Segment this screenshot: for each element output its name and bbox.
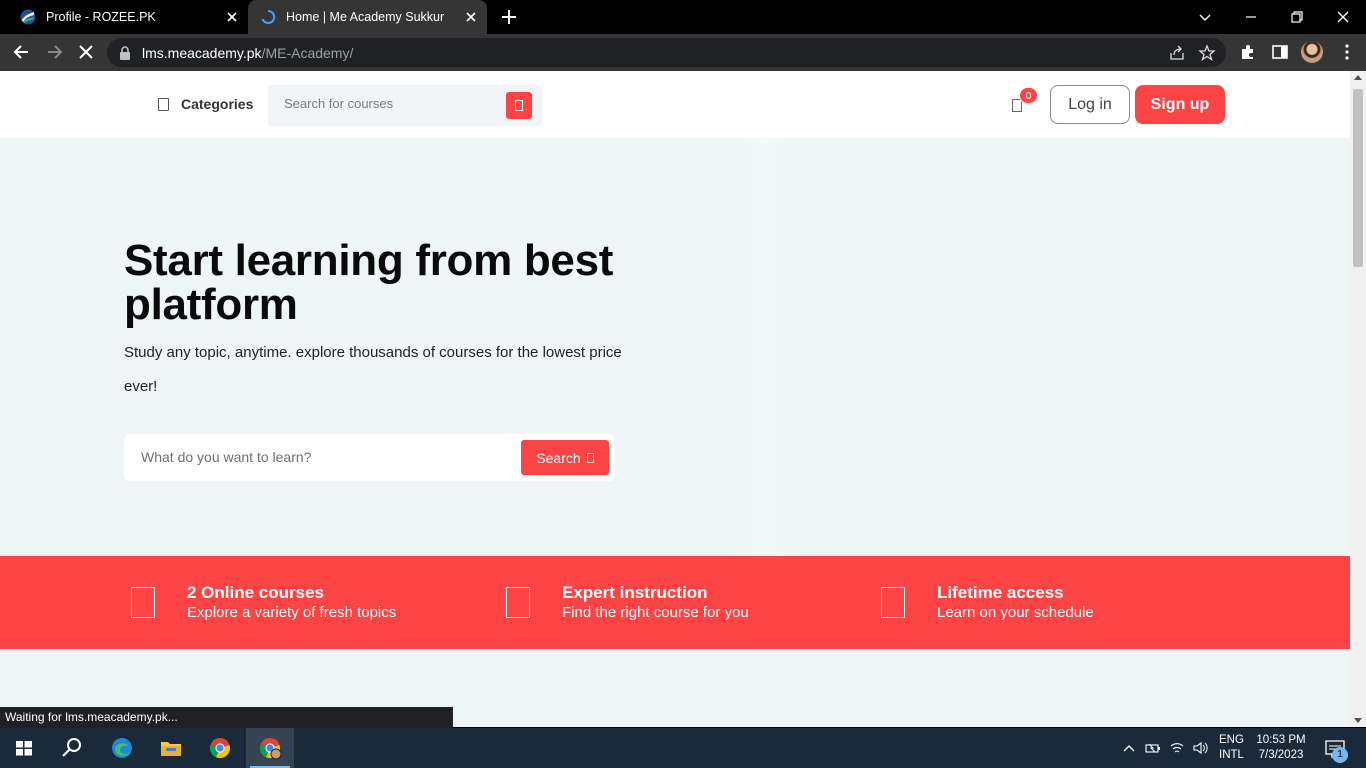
browser-status-bubble: Waiting for lms.meacademy.pk... bbox=[0, 707, 453, 728]
scroll-down-arrow-icon[interactable] bbox=[1354, 718, 1362, 723]
restore-icon[interactable] bbox=[1286, 6, 1308, 28]
instructor-icon bbox=[506, 587, 530, 618]
menu-kebab-icon[interactable] bbox=[1337, 42, 1357, 62]
chrome-icon bbox=[209, 738, 231, 759]
bookmark-star-icon[interactable] bbox=[1198, 44, 1216, 62]
folder-icon bbox=[161, 742, 181, 756]
feature-title: Expert instruction bbox=[562, 583, 708, 602]
page-scrollbar[interactable] bbox=[1350, 71, 1366, 727]
browser-tab-strip: Profile - ROZEE.PK Home | Me Academy Suk… bbox=[0, 0, 1366, 34]
desktop-screen: Profile - ROZEE.PK Home | Me Academy Suk… bbox=[0, 0, 1366, 768]
windows-logo-icon bbox=[16, 741, 32, 756]
page-viewport: Categories 0 Log in Sign up Start learni… bbox=[0, 71, 1350, 727]
cart-count-badge: 0 bbox=[1019, 87, 1038, 104]
login-button[interactable]: Log in bbox=[1050, 85, 1130, 124]
categories-icon[interactable] bbox=[158, 98, 169, 111]
window-close-icon[interactable] bbox=[1332, 6, 1354, 28]
site-header: Categories 0 Log in Sign up bbox=[0, 71, 1350, 138]
battery-icon[interactable] bbox=[1145, 740, 1161, 756]
features-band: 2 Online courses Explore a variety of fr… bbox=[0, 556, 1350, 649]
system-clock[interactable]: 10:53 PM 7/3/2023 bbox=[1255, 733, 1307, 763]
header-search bbox=[268, 85, 542, 126]
tab-rozee[interactable]: Profile - ROZEE.PK bbox=[8, 0, 248, 34]
input-language-indicator[interactable]: ENG INTL bbox=[1219, 733, 1244, 763]
header-search-input[interactable] bbox=[284, 96, 494, 111]
share-icon[interactable] bbox=[1168, 44, 1186, 62]
stop-loading-icon[interactable] bbox=[76, 42, 96, 62]
wifi-icon[interactable] bbox=[1169, 740, 1185, 756]
feature-title: 2 Online courses bbox=[187, 583, 324, 602]
profile-avatar[interactable] bbox=[1301, 41, 1323, 63]
windows-taskbar: ENG INTL 10:53 PM 7/3/2023 1 bbox=[0, 728, 1366, 768]
start-button[interactable] bbox=[0, 728, 48, 768]
notification-count-badge: 1 bbox=[1332, 747, 1348, 763]
feature-description: Find the right course for you bbox=[562, 604, 749, 621]
tab-title: Home | Me Academy Sukkur bbox=[286, 10, 445, 24]
hero-search-button[interactable]: Search bbox=[521, 440, 609, 475]
url-host: lms.meacademy.pk bbox=[142, 45, 262, 61]
language-code: ENG bbox=[1219, 734, 1244, 746]
chrome-profile-icon bbox=[259, 738, 282, 760]
tab-search-chevron-icon[interactable] bbox=[1194, 6, 1216, 28]
forward-arrow-icon[interactable] bbox=[44, 42, 64, 62]
keyboard-layout: INTL bbox=[1219, 749, 1244, 761]
address-bar[interactable]: lms.meacademy.pk/ME-Academy/ bbox=[107, 38, 1226, 67]
volume-icon[interactable] bbox=[1192, 740, 1208, 756]
lock-icon[interactable] bbox=[118, 45, 132, 61]
close-icon[interactable] bbox=[224, 9, 240, 25]
url-path: /ME-Academy/ bbox=[261, 45, 354, 61]
taskbar-file-explorer[interactable] bbox=[147, 728, 195, 768]
back-arrow-icon[interactable] bbox=[12, 42, 32, 62]
taskbar-edge[interactable] bbox=[98, 728, 146, 768]
rozee-favicon-icon bbox=[20, 9, 36, 25]
scroll-up-arrow-icon[interactable] bbox=[1354, 75, 1362, 80]
feature-title: Lifetime access bbox=[937, 583, 1064, 602]
header-search-button[interactable] bbox=[506, 92, 532, 119]
extensions-puzzle-icon[interactable] bbox=[1238, 42, 1258, 62]
hero-title: Start learning from best platform bbox=[124, 236, 614, 329]
taskbar-search-button[interactable] bbox=[48, 728, 96, 768]
scrollbar-thumb[interactable] bbox=[1353, 89, 1363, 267]
new-tab-plus-icon[interactable] bbox=[499, 7, 519, 27]
search-icon bbox=[62, 738, 81, 757]
minimize-icon[interactable] bbox=[1240, 6, 1262, 28]
feature-description: Explore a variety of fresh topics bbox=[187, 604, 397, 621]
hero-subtitle: Study any topic, anytime. explore thousa… bbox=[124, 344, 622, 395]
search-icon bbox=[586, 452, 594, 463]
hero-search-box: Search bbox=[124, 434, 615, 481]
close-icon[interactable] bbox=[463, 9, 479, 25]
edge-browser-icon bbox=[112, 738, 132, 758]
taskbar-chrome[interactable] bbox=[196, 728, 244, 768]
taskbar-chrome-profile[interactable] bbox=[246, 728, 294, 768]
courses-icon bbox=[131, 587, 155, 618]
hero-background-decoration bbox=[725, 138, 805, 556]
url-text[interactable]: lms.meacademy.pk/ME-Academy/ bbox=[142, 45, 353, 61]
categories-menu[interactable]: Categories bbox=[181, 96, 253, 112]
clock-time: 10:53 PM bbox=[1256, 734, 1306, 746]
tab-title: Profile - ROZEE.PK bbox=[46, 10, 156, 24]
loading-spinner-icon bbox=[261, 9, 276, 24]
hero-search-input[interactable] bbox=[141, 449, 501, 465]
tab-me-academy[interactable]: Home | Me Academy Sukkur bbox=[248, 0, 487, 34]
access-icon bbox=[881, 587, 905, 618]
side-panel-icon[interactable] bbox=[1270, 42, 1290, 62]
browser-toolbar: lms.meacademy.pk/ME-Academy/ bbox=[0, 34, 1366, 71]
show-hidden-icons-chevron-icon[interactable] bbox=[1121, 740, 1137, 756]
signup-button[interactable]: Sign up bbox=[1135, 85, 1225, 124]
hero-search-button-label: Search bbox=[536, 449, 581, 466]
search-icon bbox=[515, 100, 523, 111]
clock-date: 7/3/2023 bbox=[1258, 749, 1304, 761]
feature-description: Learn on your schedule bbox=[937, 604, 1094, 621]
